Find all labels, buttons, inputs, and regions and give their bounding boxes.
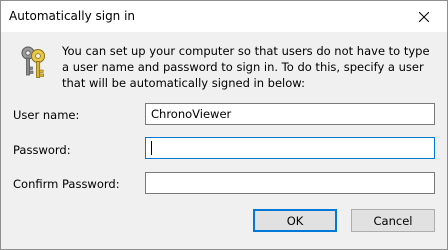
user-name-label: User name:: [13, 108, 80, 122]
close-icon: [419, 11, 429, 22]
ok-button[interactable]: OK: [253, 209, 337, 232]
cancel-button[interactable]: Cancel: [351, 209, 435, 232]
close-button[interactable]: [401, 1, 447, 32]
confirm-password-label: Confirm Password:: [13, 177, 120, 191]
intro-text: You can set up your computer so that use…: [62, 44, 430, 90]
password-label: Password:: [13, 143, 71, 157]
autologon-dialog: Automatically sign in You can set up you…: [0, 0, 448, 250]
user-name-field[interactable]: [145, 103, 435, 125]
confirm-password-field[interactable]: [145, 172, 435, 194]
keys-icon: [19, 45, 49, 79]
text-caret: [151, 141, 152, 155]
password-field[interactable]: [145, 137, 435, 159]
window-title: Automatically sign in: [9, 9, 136, 23]
title-bar: Automatically sign in: [1, 1, 447, 32]
